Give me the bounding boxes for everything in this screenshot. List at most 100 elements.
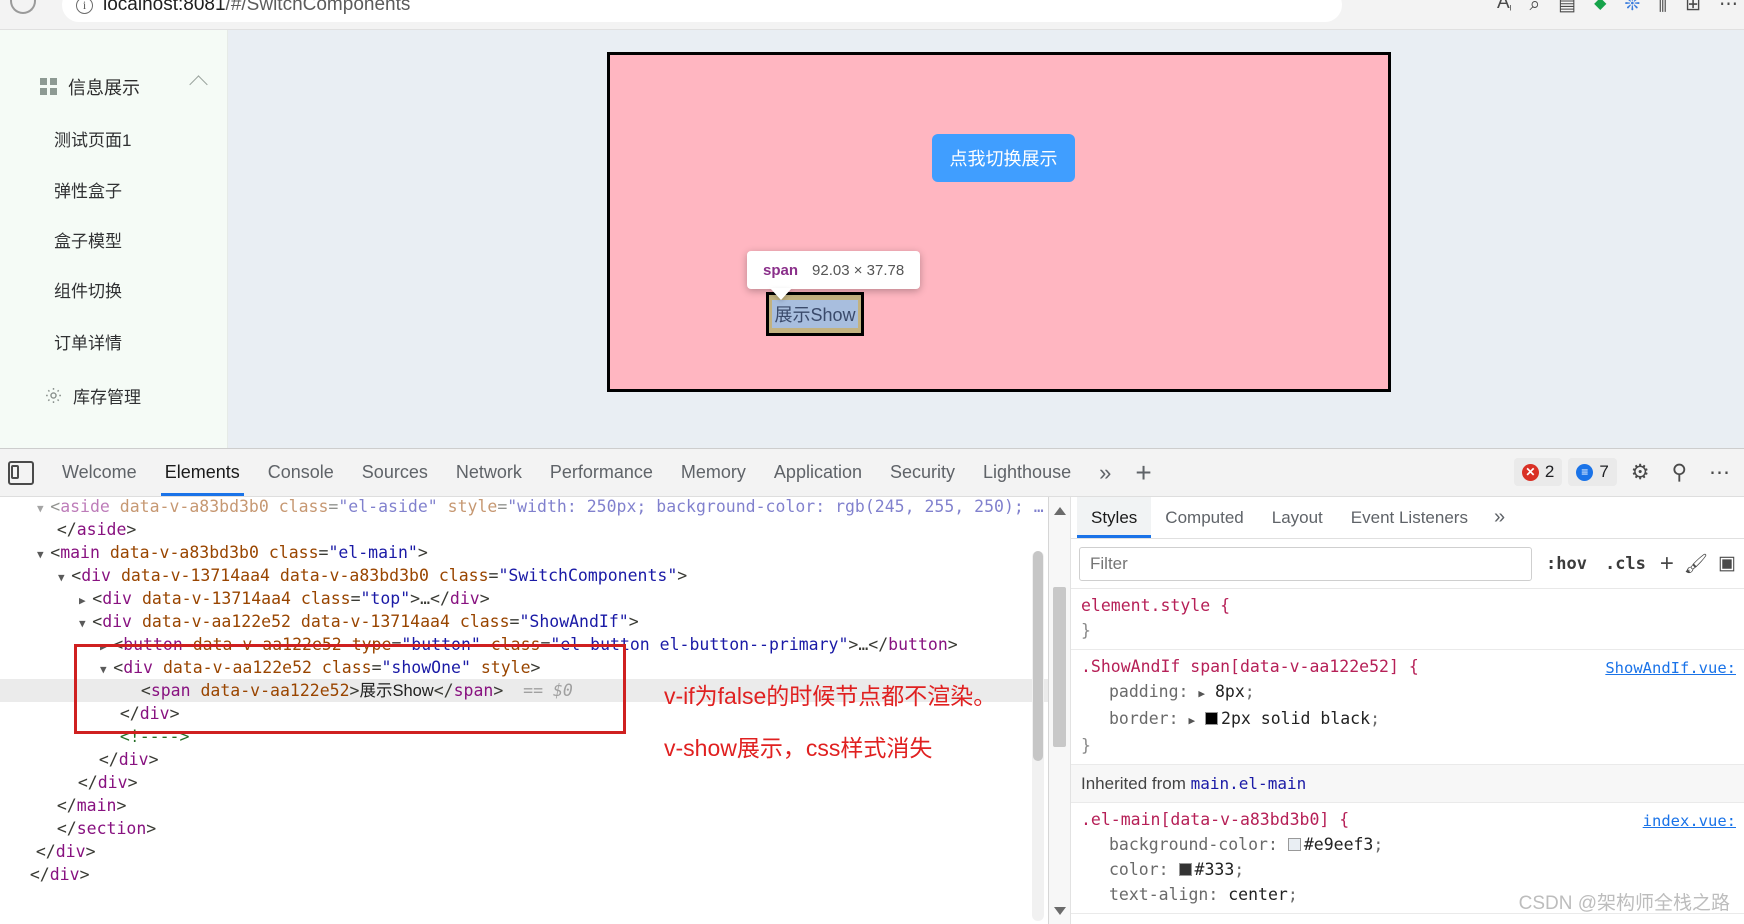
devtools-tab-lighthouse[interactable]: Lighthouse (969, 450, 1085, 496)
message-count-badge[interactable]: ≡ 7 (1568, 458, 1617, 486)
css-rule-el-main[interactable]: .el-main[data-v-a83bd3b0] { index.vue: b… (1071, 803, 1744, 914)
cls-button[interactable]: .cls (1601, 554, 1650, 574)
sidebar-item-1[interactable]: 弹性盒子 (0, 164, 228, 214)
collapse-triangle-icon[interactable]: ▼ (100, 663, 113, 676)
css-source-link[interactable]: ShowAndIf.vue: (1605, 656, 1736, 681)
plus-icon[interactable]: + (1125, 457, 1161, 489)
styles-tab-layout[interactable]: Layout (1258, 497, 1337, 538)
collapse-triangle-icon[interactable]: ▼ (58, 571, 71, 584)
sidebar-item-3[interactable]: 组件切换 (0, 264, 228, 314)
shield-icon[interactable]: ◆ (1594, 0, 1606, 12)
expand-triangle-icon[interactable]: ▶ (1188, 714, 1195, 727)
dom-token-punct: </ (56, 520, 77, 539)
devtools-tab-security[interactable]: Security (876, 450, 969, 496)
expand-triangle-icon[interactable]: ▶ (1198, 687, 1205, 700)
elements-dom-tree[interactable]: ▼ <aside data-v-a83bd3b0 class="el-aside… (0, 497, 1048, 924)
dom-node-line[interactable]: </div> (0, 771, 1048, 794)
scroll-up-icon[interactable] (1054, 507, 1066, 515)
css-property: padding (1109, 682, 1179, 701)
scrollbar-thumb[interactable] (1053, 587, 1066, 747)
expand-triangle-icon[interactable]: ▶ (79, 594, 92, 607)
color-swatch[interactable] (1205, 712, 1219, 725)
styles-tab-styles[interactable]: Styles (1077, 497, 1152, 538)
devices-icon[interactable]: ⚲ (1664, 460, 1695, 485)
dom-token-punct: </ (56, 819, 77, 838)
dom-node-line[interactable]: ▼ <div data-v-aa122e52 class="showOne" s… (0, 656, 1048, 679)
collapse-triangle-icon[interactable]: ▼ (37, 548, 50, 561)
dom-node-line[interactable]: ▶ <button data-v-aa122e52 type="button" … (0, 633, 1048, 656)
sidebar-header-label: 信息展示 (68, 78, 140, 98)
dom-node-line[interactable]: ▼ <div data-v-13714aa4 data-v-a83bd3b0 c… (0, 564, 1048, 587)
color-swatch[interactable] (1287, 838, 1301, 851)
devtools-tab-welcome[interactable]: Welcome (48, 450, 151, 496)
dom-node-line[interactable]: ▼ <aside data-v-a83bd3b0 class="el-aside… (0, 497, 1048, 518)
browser-essentials-icon[interactable]: ⊞ (1685, 0, 1701, 14)
extensions-icon[interactable]: ❊ (1624, 0, 1640, 14)
collapse-triangle-icon[interactable]: ▼ (79, 617, 92, 630)
dom-node-line[interactable]: ▼ <main data-v-a83bd3b0 class="el-main"> (0, 541, 1048, 564)
dom-node-line[interactable]: </div> (0, 863, 1048, 886)
chevron-double-right-icon[interactable]: » (1085, 460, 1125, 486)
computed-box-icon[interactable]: ▣ (1718, 552, 1736, 575)
inherited-source[interactable]: main.el-main (1191, 774, 1307, 793)
collections-icon[interactable]: ▤ (1558, 0, 1576, 14)
devtools-tab-network[interactable]: Network (442, 450, 536, 496)
css-rule-showandif-span[interactable]: .ShowAndIf span[data-v-aa122e52] { ShowA… (1071, 650, 1744, 765)
error-count-badge[interactable]: ✕ 2 (1513, 458, 1563, 486)
dom-node-line[interactable]: </div> (0, 840, 1048, 863)
dom-node-line[interactable]: ▼ <div data-v-aa122e52 data-v-13714aa4 c… (0, 610, 1048, 633)
css-declaration[interactable]: text-align: center; (1081, 882, 1744, 907)
devtools-tab-sources[interactable]: Sources (348, 450, 442, 496)
brush-icon[interactable]: 🖌 (1684, 552, 1708, 576)
dom-scrollbar[interactable] (1032, 551, 1044, 921)
devtools-tab-elements[interactable]: Elements (151, 450, 254, 496)
styles-tab-computed[interactable]: Computed (1151, 497, 1257, 538)
ellipsis-icon[interactable]: ⋯ (1701, 460, 1738, 485)
dom-node-line[interactable]: </main> (0, 794, 1048, 817)
css-rule-element-style[interactable]: element.style { } (1071, 589, 1744, 650)
devtools-tab-application[interactable]: Application (760, 450, 876, 496)
sidebar-item-0[interactable]: 测试页面1 (0, 113, 228, 163)
dom-node-line[interactable]: ▶ <div data-v-13714aa4 class="top">…</di… (0, 587, 1048, 610)
filter-input[interactable] (1079, 546, 1532, 581)
dom-node-line[interactable]: </section> (0, 817, 1048, 840)
gear-icon[interactable]: ⚙ (1623, 460, 1658, 485)
read-aloud-icon[interactable]: Aᴵ (1497, 0, 1512, 15)
color-swatch[interactable] (1178, 863, 1192, 876)
expand-triangle-icon[interactable]: ▶ (100, 640, 113, 653)
sidebar-item-5[interactable]: 库存管理 (0, 370, 228, 420)
styles-tab-event-listeners[interactable]: Event Listeners (1337, 497, 1482, 538)
more-icon[interactable]: ⋯ (1719, 0, 1738, 14)
chevron-up-icon[interactable] (189, 75, 208, 94)
chevron-double-right-icon[interactable]: » (1482, 506, 1517, 529)
scroll-down-icon[interactable] (1054, 907, 1066, 915)
address-bar[interactable]: i localhost:8081/#/SwitchComponents (62, 0, 1342, 22)
devtools-tab-memory[interactable]: Memory (667, 450, 760, 496)
css-declaration[interactable]: padding: ▶ 8px; (1081, 679, 1744, 706)
new-style-rule-icon[interactable]: + (1660, 550, 1674, 578)
css-source-link[interactable]: index.vue: (1643, 809, 1736, 834)
site-info-icon[interactable]: i (76, 0, 93, 14)
dock-side-icon[interactable] (8, 460, 34, 485)
devtools-tab-console[interactable]: Console (254, 450, 348, 496)
reload-icon[interactable] (10, 0, 36, 14)
collapse-triangle-icon[interactable]: ▼ (37, 502, 50, 515)
hov-button[interactable]: :hov (1542, 554, 1591, 574)
css-declaration[interactable]: background-color: #e9eef3; (1081, 832, 1744, 857)
dom-token-attr: data-v-13714aa4 (141, 589, 291, 608)
css-declaration[interactable]: color: #333; (1081, 857, 1744, 882)
sidebar-item-4[interactable]: 订单详情 (0, 316, 228, 366)
message-icon: ≡ (1576, 463, 1594, 481)
dom-node-line[interactable]: </aside> (0, 518, 1048, 541)
zoom-icon[interactable]: ⌕ (1530, 0, 1541, 14)
dom-token-punct: = (391, 635, 402, 654)
toggle-display-button[interactable]: 点我切换展示 (932, 134, 1075, 182)
sidebar-item-2[interactable]: 盒子模型 (0, 214, 228, 264)
devtools-tab-performance[interactable]: Performance (536, 450, 667, 496)
dom-token-val: "el-main" (328, 543, 418, 562)
split-screen-icon[interactable]: ⫼ (1658, 0, 1667, 14)
css-declaration[interactable]: border: ▶ 2px solid black; (1081, 706, 1744, 733)
dom-token-attr: class (300, 589, 351, 608)
styles-panel-scrollbar[interactable] (1049, 497, 1071, 924)
